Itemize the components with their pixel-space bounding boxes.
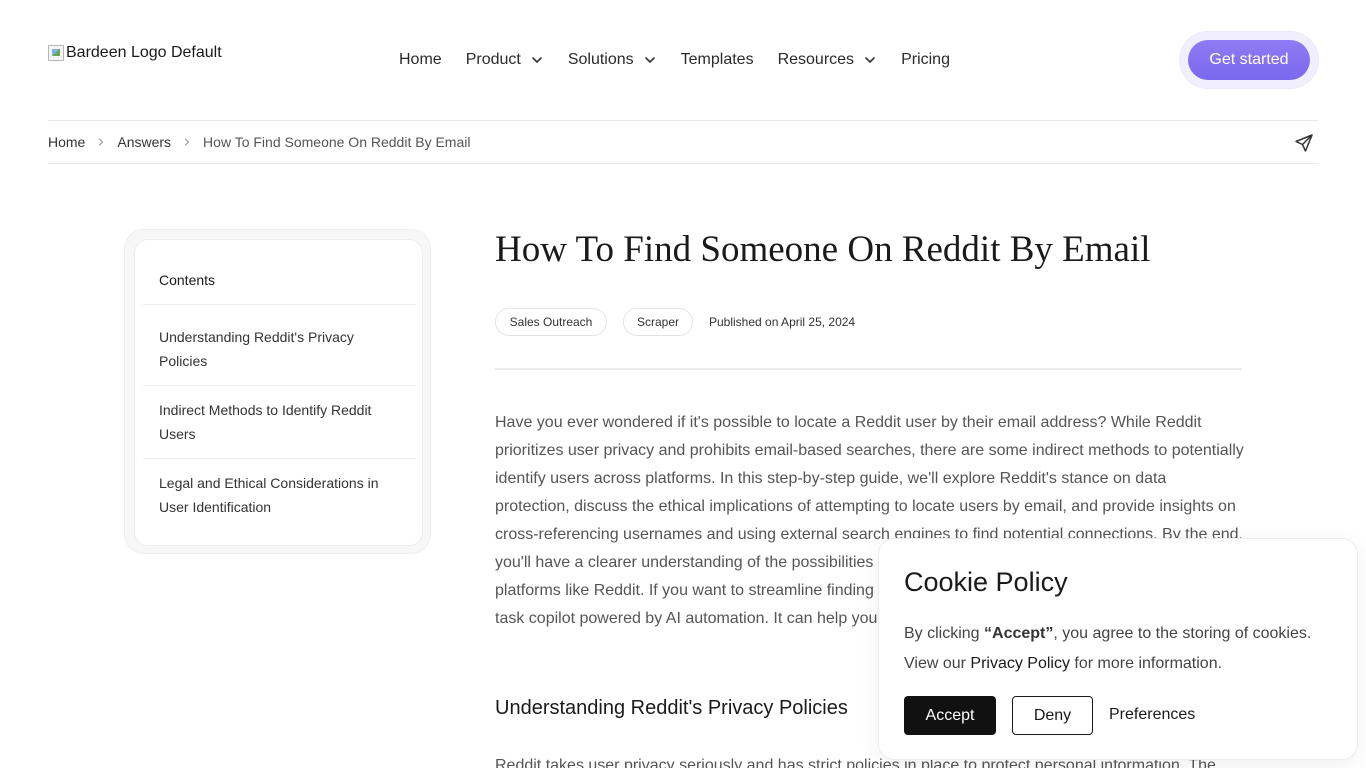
cookie-text-prefix: By clicking xyxy=(904,625,985,642)
preferences-button[interactable]: Preferences xyxy=(1109,706,1195,724)
toc-divider xyxy=(143,385,416,386)
cookie-text-suffix: for more information. xyxy=(1069,655,1223,672)
toc-divider xyxy=(143,458,416,459)
table-of-contents: Contents Understanding Reddit's Privacy … xyxy=(124,229,431,554)
cookie-text: By clicking “Accept”, you agree to the s… xyxy=(904,619,1324,679)
toc-divider xyxy=(143,304,416,305)
nav-home[interactable]: Home xyxy=(399,51,442,69)
chevron-down-icon xyxy=(643,53,657,67)
nav-pricing[interactable]: Pricing xyxy=(901,51,950,69)
chevron-right-icon xyxy=(96,137,106,147)
chevron-down-icon xyxy=(530,53,544,67)
nav-product[interactable]: Product xyxy=(466,51,544,69)
published-date: Published on April 25, 2024 xyxy=(709,315,856,329)
nav-templates-label: Templates xyxy=(680,51,754,68)
chevron-right-icon xyxy=(182,137,192,147)
chevron-down-icon xyxy=(863,53,877,67)
breadcrumb-current: How To Find Someone On Reddit By Email xyxy=(203,134,471,150)
nav-templates[interactable]: Templates xyxy=(681,51,754,69)
get-started-button[interactable]: Get started xyxy=(1188,40,1310,80)
site-header: Bardeen Logo Default Home Product Soluti… xyxy=(0,0,1366,120)
nav-solutions-label: Solutions xyxy=(567,51,634,68)
tag-scraper[interactable]: Scraper xyxy=(623,308,693,336)
cookie-title: Cookie Policy xyxy=(904,567,1068,597)
send-icon[interactable] xyxy=(1294,133,1314,153)
nav-home-label: Home xyxy=(399,51,442,68)
cookie-banner: Cookie Policy By clicking “Accept”, you … xyxy=(878,538,1358,760)
section-heading: Understanding Reddit's Privacy Policies xyxy=(495,697,848,719)
nav-resources-label: Resources xyxy=(777,51,855,68)
toc-item[interactable]: Indirect Methods to Identify Reddit User… xyxy=(159,398,399,446)
breadcrumb: Home Answers How To Find Someone On Redd… xyxy=(48,120,1318,164)
toc-card: Contents Understanding Reddit's Privacy … xyxy=(134,239,423,546)
logo-alt-text: Bardeen Logo Default xyxy=(66,44,222,61)
toc-item[interactable]: Legal and Ethical Considerations in User… xyxy=(159,471,399,519)
nav-product-label: Product xyxy=(465,51,521,68)
tag-sales-outreach[interactable]: Sales Outreach xyxy=(495,308,607,336)
nav-resources[interactable]: Resources xyxy=(778,51,877,69)
nav-pricing-label: Pricing xyxy=(901,51,950,68)
get-started-wrapper: Get started xyxy=(1180,32,1318,88)
cookie-text-accept-quote: “Accept” xyxy=(984,625,1054,642)
broken-image-icon xyxy=(48,45,64,61)
toc-item[interactable]: Understanding Reddit's Privacy Policies xyxy=(159,325,399,373)
breadcrumb-home[interactable]: Home xyxy=(48,134,85,150)
deny-button[interactable]: Deny xyxy=(1012,696,1093,735)
article-title: How To Find Someone On Reddit By Email xyxy=(495,229,1151,270)
main-nav: Home Product Solutions Templates Resourc… xyxy=(399,48,974,72)
breadcrumb-answers[interactable]: Answers xyxy=(117,134,171,150)
nav-solutions[interactable]: Solutions xyxy=(568,51,657,69)
privacy-policy-link[interactable]: Privacy Policy xyxy=(970,655,1070,672)
bardeen-logo[interactable]: Bardeen Logo Default xyxy=(48,44,222,62)
accept-button[interactable]: Accept xyxy=(904,696,996,735)
divider xyxy=(495,368,1242,370)
toc-title: Contents xyxy=(159,272,216,288)
